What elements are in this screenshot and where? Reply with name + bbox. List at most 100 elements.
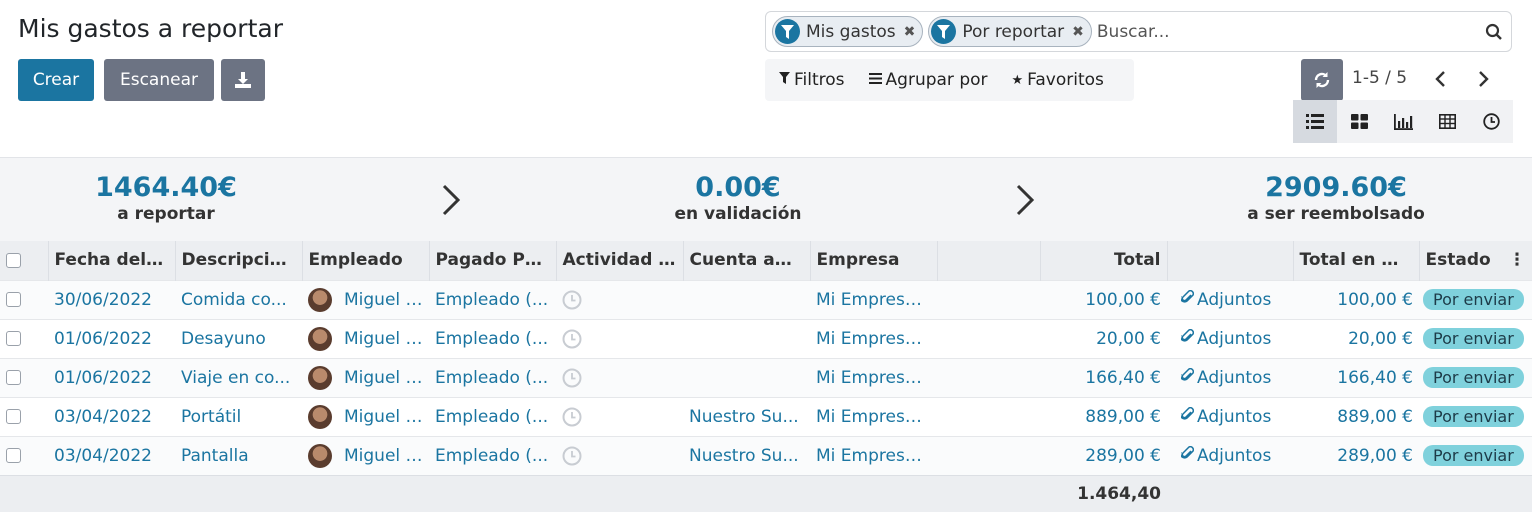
- attachments-link[interactable]: Adjuntos: [1197, 290, 1271, 310]
- pager-next-button[interactable]: [1472, 66, 1496, 92]
- row-checkbox-cell[interactable]: [0, 435, 48, 475]
- cell-fecha[interactable]: 03/04/2022: [48, 435, 175, 475]
- cell-total-moneda[interactable]: 100,00 €: [1293, 279, 1419, 319]
- row-checkbox[interactable]: [6, 331, 21, 346]
- cell-estado[interactable]: Por enviar: [1419, 435, 1532, 475]
- row-checkbox-cell[interactable]: [0, 279, 48, 319]
- cell-total[interactable]: 166,40 €: [1040, 357, 1167, 397]
- remove-facet-icon[interactable]: ✖: [1072, 24, 1084, 40]
- cell-total-moneda[interactable]: 889,00 €: [1293, 396, 1419, 436]
- cell-total-moneda[interactable]: 289,00 €: [1293, 435, 1419, 475]
- cell-empresa[interactable]: Mi Empresa...: [810, 357, 937, 397]
- cell-cuenta[interactable]: Nuestro Su...: [683, 396, 810, 436]
- select-all-checkbox-cell[interactable]: [0, 241, 49, 280]
- column-header-empleado[interactable]: Empleado: [302, 241, 430, 280]
- column-header-actividad[interactable]: Actividad s...: [556, 241, 684, 280]
- graph-view-button[interactable]: [1381, 100, 1425, 143]
- activity-clock-icon[interactable]: [562, 368, 582, 388]
- cell-descripcion[interactable]: Pantalla: [175, 435, 302, 475]
- table-row[interactable]: 01/06/2022 Viaje en co... Miguel Ad Emplead…: [0, 357, 1532, 397]
- column-header-estado[interactable]: Estado ⋮: [1419, 241, 1532, 280]
- table-row[interactable]: 30/06/2022 Comida co... Miguel Ad Empleado …: [0, 279, 1532, 319]
- kanban-view-button[interactable]: [1337, 100, 1381, 143]
- cell-cuenta[interactable]: [683, 318, 810, 358]
- row-checkbox[interactable]: [6, 448, 21, 463]
- activity-clock-icon[interactable]: [562, 329, 582, 349]
- row-checkbox-cell[interactable]: [0, 357, 48, 397]
- cell-actividad[interactable]: [556, 279, 683, 319]
- cell-estado[interactable]: Por enviar: [1419, 318, 1532, 358]
- column-header-fecha[interactable]: Fecha del ...: [48, 241, 176, 280]
- filters-button[interactable]: Filtros: [779, 70, 845, 90]
- cell-fecha[interactable]: 03/04/2022: [48, 396, 175, 436]
- cell-pagado-por[interactable]: Empleado (...: [429, 279, 556, 319]
- summary-in-validation[interactable]: 0.00€ en validación: [638, 172, 838, 224]
- download-button[interactable]: [221, 59, 265, 101]
- cell-adjuntos[interactable]: Adjuntos: [1167, 279, 1293, 319]
- attachments-link[interactable]: Adjuntos: [1197, 446, 1271, 466]
- row-checkbox[interactable]: [6, 370, 21, 385]
- cell-total[interactable]: 289,00 €: [1040, 435, 1167, 475]
- attachments-link[interactable]: Adjuntos: [1197, 368, 1271, 388]
- attachments-link[interactable]: Adjuntos: [1197, 407, 1271, 427]
- cell-empresa[interactable]: Mi Empresa...: [810, 318, 937, 358]
- cell-estado[interactable]: Por enviar: [1419, 357, 1532, 397]
- cell-adjuntos[interactable]: Adjuntos: [1167, 318, 1293, 358]
- cell-cuenta[interactable]: [683, 279, 810, 319]
- table-row[interactable]: 03/04/2022 Pantalla Miguel Ad Empleado (...…: [0, 435, 1532, 475]
- table-row[interactable]: 03/04/2022 Portátil Miguel Ad Empleado (...…: [0, 396, 1532, 436]
- row-checkbox-cell[interactable]: [0, 396, 48, 436]
- cell-descripcion[interactable]: Viaje en co...: [175, 357, 302, 397]
- cell-fecha[interactable]: 01/06/2022: [48, 318, 175, 358]
- activity-clock-icon[interactable]: [562, 446, 582, 466]
- cell-total-moneda[interactable]: 166,40 €: [1293, 357, 1419, 397]
- cell-empleado[interactable]: Miguel Ad: [302, 357, 429, 397]
- column-header-cuenta[interactable]: Cuenta an...: [683, 241, 811, 280]
- column-header-total[interactable]: Total: [1040, 241, 1168, 280]
- cell-pagado-por[interactable]: Empleado (...: [429, 435, 556, 475]
- scan-button[interactable]: Escanear: [104, 59, 214, 101]
- list-view-button[interactable]: [1293, 100, 1337, 143]
- pager-previous-button[interactable]: [1428, 66, 1452, 92]
- row-checkbox[interactable]: [6, 409, 21, 424]
- cell-cuenta[interactable]: [683, 357, 810, 397]
- cell-adjuntos[interactable]: Adjuntos: [1167, 357, 1293, 397]
- refresh-button[interactable]: [1301, 59, 1343, 101]
- pivot-view-button[interactable]: [1425, 100, 1469, 143]
- cell-empleado[interactable]: Miguel Ad: [302, 396, 429, 436]
- cell-empleado[interactable]: Miguel Ad: [302, 318, 429, 358]
- optional-columns-icon[interactable]: ⋮: [1509, 250, 1526, 270]
- pager-value[interactable]: 1-5 / 5: [1352, 68, 1407, 88]
- cell-actividad[interactable]: [556, 357, 683, 397]
- cell-empresa[interactable]: Mi Empresa...: [810, 279, 937, 319]
- attachments-link[interactable]: Adjuntos: [1197, 329, 1271, 349]
- search-input[interactable]: [1096, 16, 1477, 47]
- cell-empleado[interactable]: Miguel Ad: [302, 435, 429, 475]
- summary-to-reimburse[interactable]: 2909.60€ a ser reembolsado: [1236, 172, 1436, 224]
- table-row[interactable]: 01/06/2022 Desayuno Miguel Ad Empleado (...…: [0, 318, 1532, 358]
- cell-total[interactable]: 889,00 €: [1040, 396, 1167, 436]
- cell-total-moneda[interactable]: 20,00 €: [1293, 318, 1419, 358]
- cell-actividad[interactable]: [556, 318, 683, 358]
- favorites-button[interactable]: ★ Favoritos: [1012, 70, 1104, 90]
- cell-descripcion[interactable]: Desayuno: [175, 318, 302, 358]
- cell-estado[interactable]: Por enviar: [1419, 279, 1532, 319]
- cell-actividad[interactable]: [556, 396, 683, 436]
- cell-pagado-por[interactable]: Empleado (...: [429, 396, 556, 436]
- cell-fecha[interactable]: 30/06/2022: [48, 279, 175, 319]
- cell-total[interactable]: 20,00 €: [1040, 318, 1167, 358]
- column-header-pagado-por[interactable]: Pagado Po...: [429, 241, 557, 280]
- cell-total[interactable]: 100,00 €: [1040, 279, 1167, 319]
- column-header-empresa[interactable]: Empresa: [810, 241, 938, 280]
- remove-facet-icon[interactable]: ✖: [904, 24, 916, 40]
- activity-clock-icon[interactable]: [562, 407, 582, 427]
- column-header-total-moneda[interactable]: Total en m...: [1293, 241, 1420, 280]
- group-by-button[interactable]: Agrupar por: [868, 70, 988, 90]
- cell-descripcion[interactable]: Comida co...: [175, 279, 302, 319]
- select-all-checkbox[interactable]: [6, 252, 21, 268]
- search-icon[interactable]: [1477, 23, 1511, 41]
- cell-descripcion[interactable]: Portátil: [175, 396, 302, 436]
- row-checkbox-cell[interactable]: [0, 318, 48, 358]
- cell-fecha[interactable]: 01/06/2022: [48, 357, 175, 397]
- cell-empresa[interactable]: Mi Empresa...: [810, 396, 937, 436]
